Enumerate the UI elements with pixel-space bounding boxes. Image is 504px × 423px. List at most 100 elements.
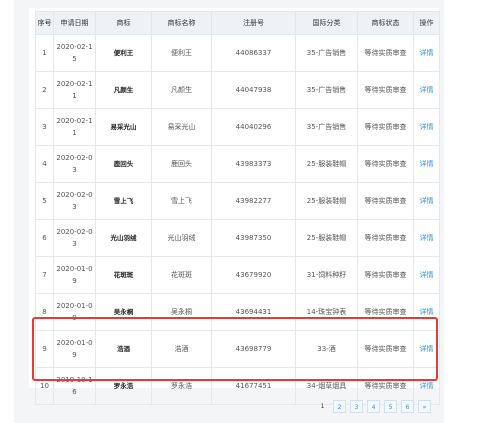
header-name: 商标名称 <box>151 11 212 35</box>
cell-reg-number: 43679920 <box>211 256 296 294</box>
cell-index: 4 <box>35 145 54 183</box>
table-row: 3 2020-02-1 1 易采光山 易采光山 44040296 35-广告销售 等待实质审查… <box>35 108 440 146</box>
cell-status: 等待实质审查 <box>357 71 414 109</box>
cell-date: 2019-10-1 6 <box>53 367 96 405</box>
cell-name: 雪上飞 <box>151 182 212 220</box>
cell-class: 25-服装鞋帽 <box>295 145 358 183</box>
trademark-logo: 罗永浩 <box>95 367 152 405</box>
cell-class: 25-服装鞋帽 <box>295 182 358 220</box>
cell-name: 便利王 <box>151 34 212 72</box>
cell-status: 等待实质审查 <box>357 367 414 405</box>
cell-reg-number: 43982277 <box>211 182 296 220</box>
header-status: 商标状态 <box>357 11 414 35</box>
table-row: 10 2019-10-1 6 罗永浩 罗永浩 41677451 34-烟草烟具 等待实质审查详… <box>35 367 440 405</box>
cell-name: 光山羽绒 <box>151 219 212 257</box>
header-index: 序号 <box>35 11 54 35</box>
cell-class: 34-烟草烟具 <box>295 367 358 405</box>
detail-link[interactable]: 详情 <box>413 145 440 183</box>
cell-class: 14-珠宝钟表 <box>295 293 358 331</box>
header-class: 国际分类 <box>295 11 358 35</box>
cell-reg-number: 41677451 <box>211 367 296 405</box>
page-button-5[interactable]: 5 <box>384 400 397 413</box>
cell-index: 10 <box>35 367 54 405</box>
cell-date: 2020-01-0 9 <box>53 256 96 294</box>
cell-index: 1 <box>35 34 54 72</box>
trademark-logo: 凡颜生 <box>95 71 152 109</box>
cell-reg-number: 44047938 <box>211 71 296 109</box>
cell-date: 2020-02-0 3 <box>53 145 96 183</box>
table-row: 7 2020-01-0 9 花斑斑 花斑斑 43679920 31-饲料种籽 等待实质审查 详情 <box>35 256 440 294</box>
detail-link[interactable]: 详情 <box>413 182 440 220</box>
page-button-3[interactable]: 3 <box>350 400 363 413</box>
cell-reg-number: 44086337 <box>211 34 296 72</box>
cell-index: 3 <box>35 108 54 146</box>
cell-status: 等待实质审查 <box>357 34 414 72</box>
cell-date: 2020-02-1 1 <box>53 71 96 109</box>
cell-date: 2020-01-0 9 <box>53 293 96 331</box>
cell-status: 等待实质审查 <box>357 145 414 183</box>
header-reg-number: 注册号 <box>211 11 296 35</box>
cell-date: 2020-02-0 3 <box>53 182 96 220</box>
cell-date: 2020-02-1 1 <box>53 108 96 146</box>
cell-name: 凡颜生 <box>151 71 212 109</box>
detail-link[interactable]: 详情 <box>413 256 440 294</box>
table-row: 1 2020-02-1 5 便利王 便利王 44086337 35-广告销售 等待实质审查 详情 <box>35 34 440 72</box>
table-header-row: 序号 申请日期 商标 商标名称 注册号 国际分类 商标状态 操作 <box>35 11 440 35</box>
cell-index: 8 <box>35 293 54 331</box>
cell-name: 鹿回头 <box>151 145 212 183</box>
detail-link[interactable]: 详情 <box>413 330 440 368</box>
cell-name: 浩酒 <box>151 330 212 368</box>
cell-reg-number: 43983373 <box>211 145 296 183</box>
detail-link[interactable]: 详情 <box>413 108 440 146</box>
pagination: 1 2 3 4 5 6 » <box>316 400 431 413</box>
cell-status: 等待实质审查 <box>357 219 414 257</box>
table-row: 4 2020-02-0 3 鹿回头 鹿回头 43983373 25-服装鞋帽 等待实质审查 详情 <box>35 145 440 183</box>
table-row: 8 2020-01-0 9 吴永桐 吴永桐 43694431 14-珠宝钟表 等待实质审查 详情 <box>35 293 440 331</box>
table-row: 2 2020-02-1 1 凡颜生 凡颜生 44047938 35-广告销售 等待实质审查 详情 <box>35 71 440 109</box>
header-logo: 商标 <box>95 11 152 35</box>
page-button-6[interactable]: 6 <box>401 400 414 413</box>
cell-class: 25-服装鞋帽 <box>295 219 358 257</box>
cell-class: 35-广告销售 <box>295 71 358 109</box>
cell-date: 2020-02-0 3 <box>53 219 96 257</box>
header-date: 申请日期 <box>53 11 96 35</box>
detail-link[interactable]: 详情 <box>413 71 440 109</box>
table-row: 5 2020-02-0 3 雪上飞 雪上飞 43982277 25-服装鞋帽 等待实质审查 详情 <box>35 182 440 220</box>
header-action: 操作 <box>413 11 440 35</box>
trademark-logo: 易采光山 <box>95 108 152 146</box>
trademark-logo: 雪上飞 <box>95 182 152 220</box>
detail-link[interactable]: 详情 <box>413 367 440 405</box>
page-button-1[interactable]: 1 <box>316 400 329 413</box>
table-row: 6 2020-02-0 3 光山羽绒 光山羽绒 43987350 25-服装鞋帽 等待实质审查… <box>35 219 440 257</box>
detail-link[interactable]: 详情 <box>413 34 440 72</box>
cell-status: 等待实质审查 <box>357 108 414 146</box>
cell-date: 2020-01-0 9 <box>53 330 96 368</box>
cell-status: 等待实质审查 <box>357 293 414 331</box>
page-button-4[interactable]: 4 <box>367 400 380 413</box>
trademark-logo: 浩酒 <box>95 330 152 368</box>
trademark-logo: 吴永桐 <box>95 293 152 331</box>
cell-status: 等待实质审查 <box>357 256 414 294</box>
cell-reg-number: 43698779 <box>211 330 296 368</box>
trademark-table: 序号 申请日期 商标 商标名称 注册号 国际分类 商标状态 操作 1 2020-0… <box>35 11 440 405</box>
cell-class: 33-酒 <box>295 330 358 368</box>
cell-name: 吴永桐 <box>151 293 212 331</box>
cell-index: 2 <box>35 71 54 109</box>
cell-class: 35-广告销售 <box>295 108 358 146</box>
trademark-logo: 光山羽绒 <box>95 219 152 257</box>
cell-index: 6 <box>35 219 54 257</box>
trademark-logo: 便利王 <box>95 34 152 72</box>
cell-name: 花斑斑 <box>151 256 212 294</box>
detail-link[interactable]: 详情 <box>413 219 440 257</box>
cell-class: 31-饲料种籽 <box>295 256 358 294</box>
table-row: 9 2020-01-0 9 浩酒 浩酒 43698779 33-酒 等待实质审查 详情 <box>35 330 440 368</box>
detail-link[interactable]: 详情 <box>413 293 440 331</box>
trademark-logo: 花斑斑 <box>95 256 152 294</box>
cell-reg-number: 43987350 <box>211 219 296 257</box>
cell-name: 易采光山 <box>151 108 212 146</box>
cell-class: 35-广告销售 <box>295 34 358 72</box>
cell-index: 7 <box>35 256 54 294</box>
trademark-logo: 鹿回头 <box>95 145 152 183</box>
page-button-2[interactable]: 2 <box>333 400 346 413</box>
next-page-button[interactable]: » <box>418 400 431 413</box>
